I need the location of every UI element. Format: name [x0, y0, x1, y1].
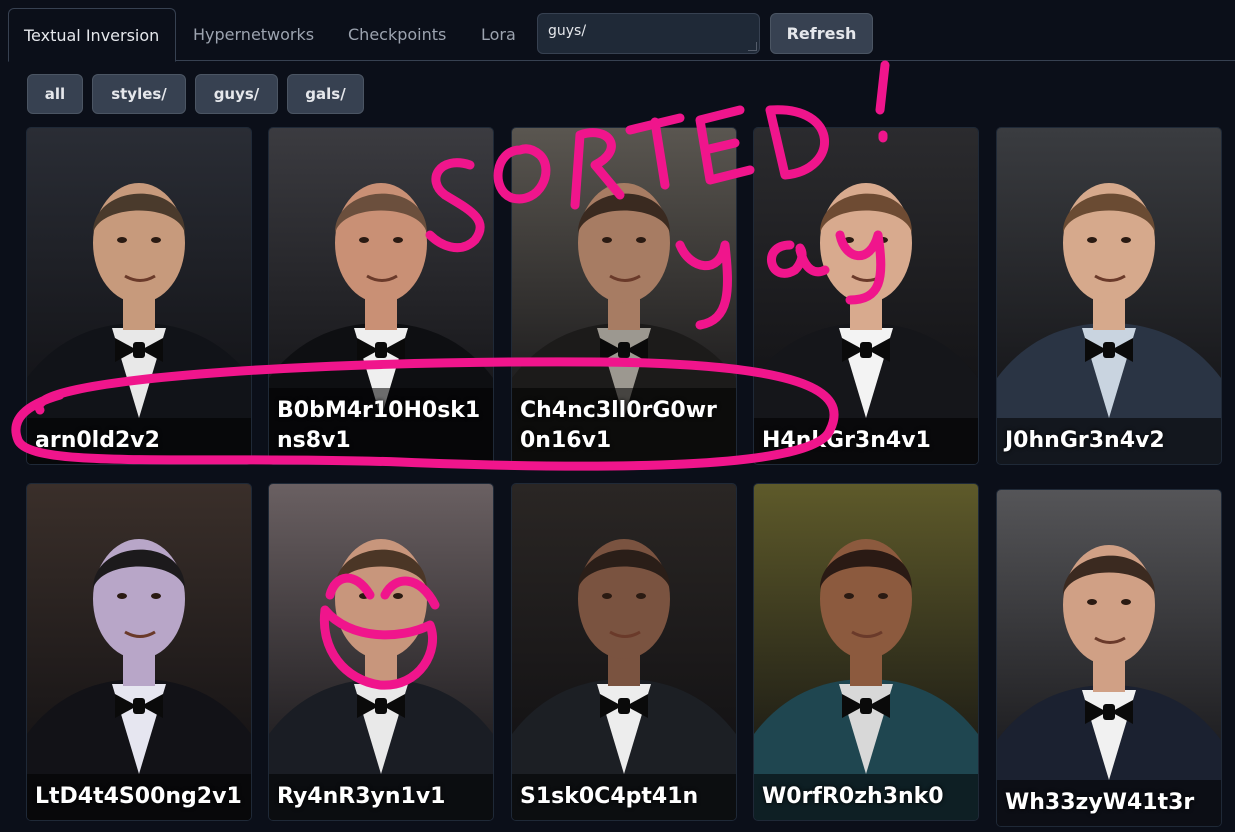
tab-textual-inversion[interactable]: Textual Inversion — [8, 8, 176, 62]
filter-gals-button[interactable]: gals/ — [287, 74, 364, 114]
tab-checkpoints[interactable]: Checkpoints — [348, 8, 446, 61]
embedding-card[interactable]: Ry4nR3yn1v1 — [269, 484, 493, 820]
tab-hypernetworks[interactable]: Hypernetworks — [193, 8, 314, 61]
portrait-thumbnail — [512, 484, 736, 820]
embedding-card[interactable]: J0hnGr3n4v2 — [997, 128, 1221, 464]
portrait-thumbnail — [269, 484, 493, 820]
card-name-label: LtD4t4S00ng2v1 — [27, 774, 251, 820]
portrait-thumbnail — [754, 484, 978, 820]
embedding-card[interactable]: B0bM4r10H0sk1ns8v1 — [269, 128, 493, 464]
card-name-label: arn0ld2v2 — [27, 418, 251, 464]
card-name-label: J0hnGr3n4v2 — [997, 418, 1221, 464]
tab-lora[interactable]: Lora — [481, 8, 516, 61]
card-name-label: Ry4nR3yn1v1 — [269, 774, 493, 820]
card-name-label: Wh33zyW41t3r — [997, 780, 1221, 826]
search-input[interactable]: guys/ — [537, 13, 760, 54]
filter-guys-button[interactable]: guys/ — [195, 74, 278, 114]
card-name-label: S1sk0C4pt41n — [512, 774, 736, 820]
embedding-card[interactable]: LtD4t4S00ng2v1 — [27, 484, 251, 820]
tab-bar-divider — [176, 60, 1235, 61]
portrait-thumbnail — [997, 490, 1221, 826]
portrait-thumbnail — [754, 128, 978, 464]
embedding-card[interactable]: W0rfR0zh3nk0 — [754, 484, 978, 820]
search-input-value: guys/ — [548, 23, 587, 39]
embedding-card[interactable]: Wh33zyW41t3r — [997, 490, 1221, 826]
tab-bar: Textual Inversion Hypernetworks Checkpoi… — [0, 0, 1235, 62]
card-name-label: W0rfR0zh3nk0 — [754, 774, 978, 820]
resize-grip-icon[interactable] — [748, 42, 757, 51]
embedding-card[interactable]: S1sk0C4pt41n — [512, 484, 736, 820]
portrait-thumbnail — [27, 128, 251, 464]
portrait-thumbnail — [997, 128, 1221, 464]
card-name-label: B0bM4r10H0sk1ns8v1 — [269, 388, 493, 464]
refresh-button[interactable]: Refresh — [770, 13, 873, 54]
filter-styles-button[interactable]: styles/ — [92, 74, 186, 114]
filter-all-button[interactable]: all — [27, 74, 83, 114]
card-name-label: H4nkGr3n4v1 — [754, 418, 978, 464]
portrait-thumbnail — [27, 484, 251, 820]
embedding-card[interactable]: Ch4nc3ll0rG0wr0n16v1 — [512, 128, 736, 464]
embedding-card[interactable]: H4nkGr3n4v1 — [754, 128, 978, 464]
card-name-label: Ch4nc3ll0rG0wr0n16v1 — [512, 388, 736, 464]
embedding-card[interactable]: arn0ld2v2 — [27, 128, 251, 464]
